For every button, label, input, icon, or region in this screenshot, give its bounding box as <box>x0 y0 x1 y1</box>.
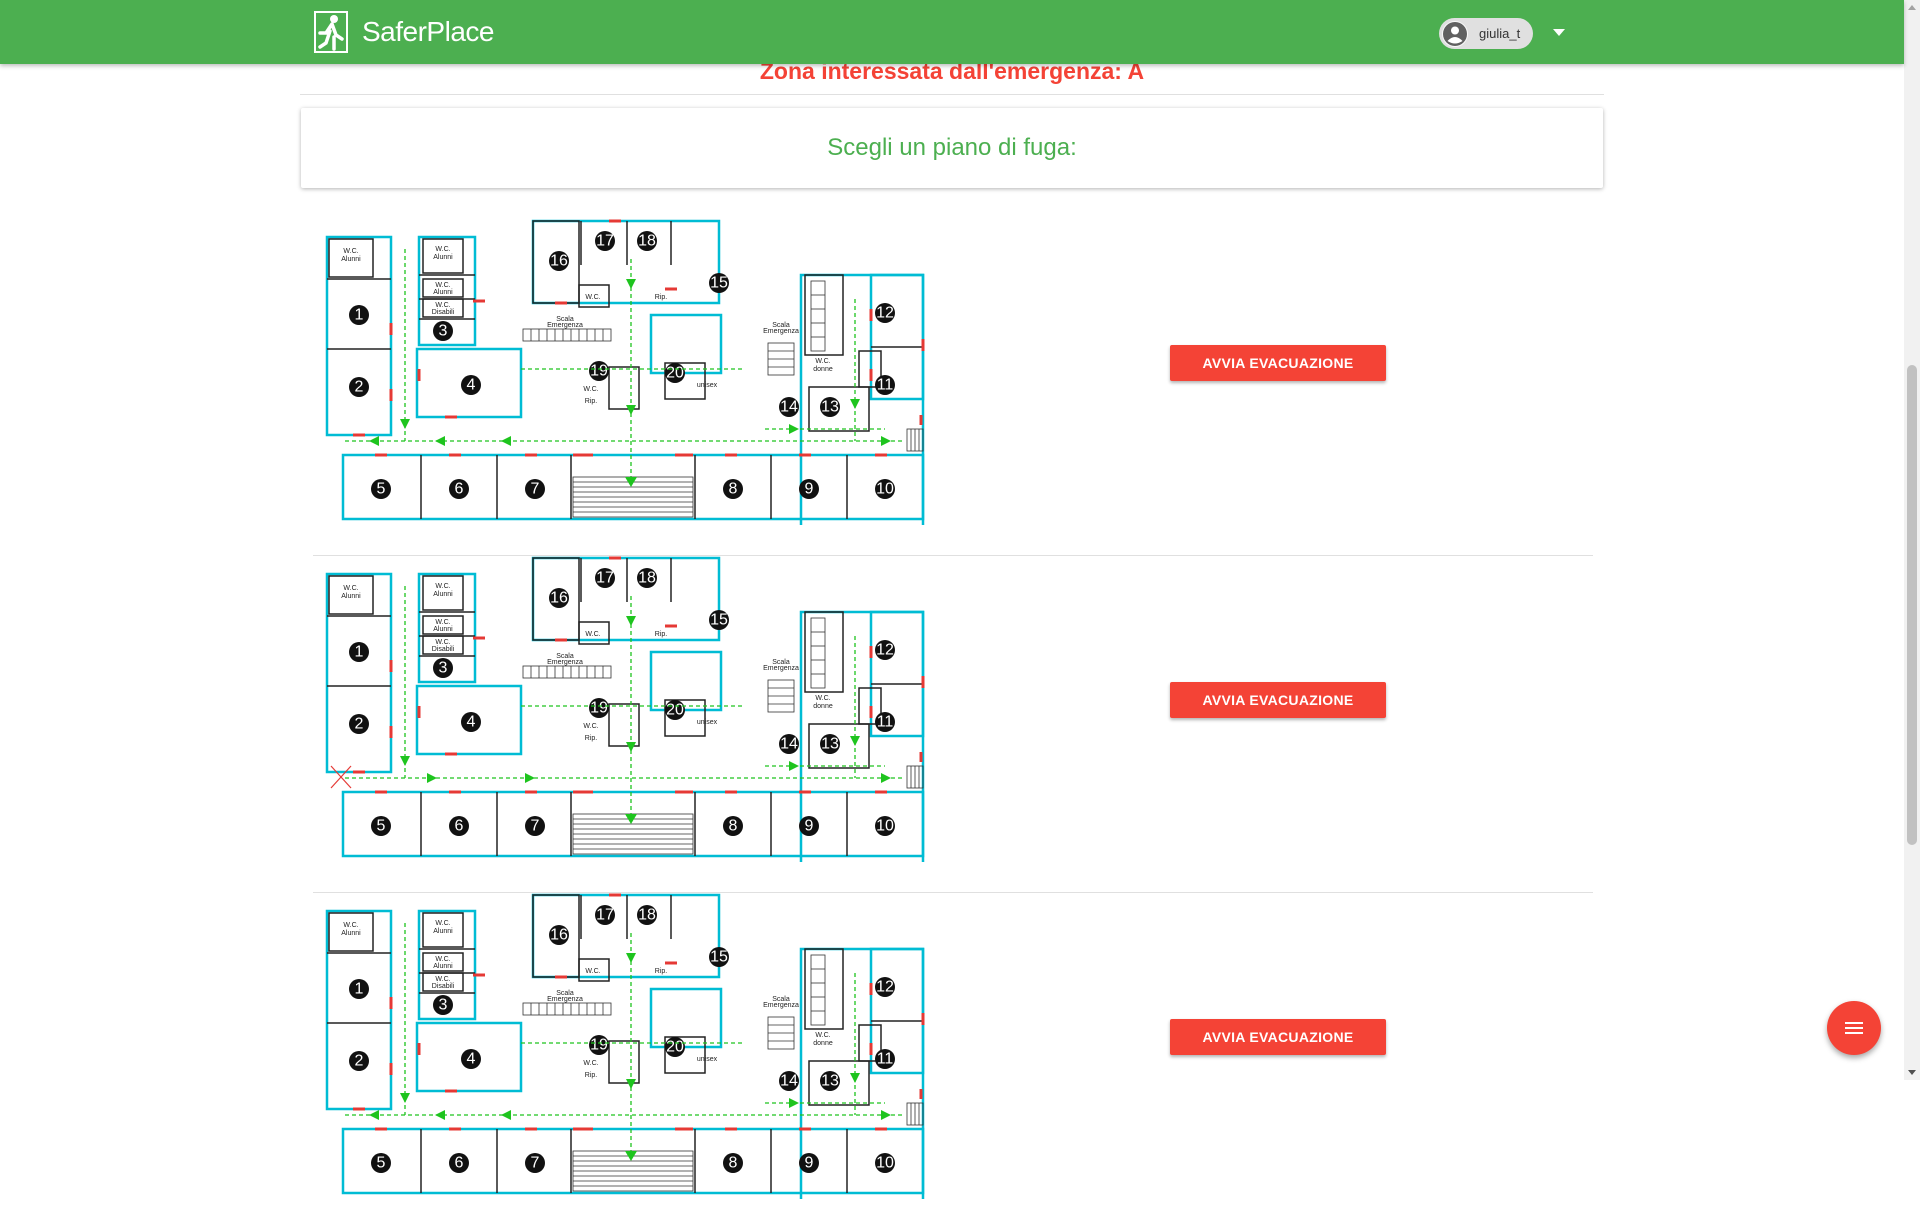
scroll-thumb[interactable] <box>1907 365 1917 845</box>
floating-menu-button[interactable] <box>1827 1001 1881 1055</box>
emergency-exit-icon[interactable] <box>314 11 348 53</box>
floor-plan-map-2 <box>325 556 925 862</box>
scroll-down-icon[interactable] <box>1908 1068 1916 1076</box>
top-app-bar: SaferPlace giulia_t <box>0 0 1904 64</box>
scroll-up-icon[interactable] <box>1908 4 1916 12</box>
user-name: giulia_t <box>1479 26 1521 41</box>
menu-icon <box>1845 1022 1863 1034</box>
escape-plan-row-3: AVVIA EVACUAZIONE <box>313 893 1593 1230</box>
page-scrollbar[interactable] <box>1904 0 1920 1080</box>
blocked-exit-mark <box>330 765 352 789</box>
user-chip[interactable]: giulia_t <box>1439 18 1533 49</box>
escape-plan-row-2: AVVIA EVACUAZIONE <box>313 556 1593 893</box>
arrow-drop-down-icon[interactable] <box>1552 27 1566 37</box>
card-title: Scegli un piano di fuga: <box>827 134 1077 161</box>
account-circle-icon <box>1442 20 1468 47</box>
floor-plan-map-3 <box>325 893 925 1199</box>
escape-plan-row-1: AVVIA EVACUAZIONE <box>313 219 1593 556</box>
floor-plan-map-1 <box>325 219 925 525</box>
start-evacuation-button-1[interactable]: AVVIA EVACUAZIONE <box>1170 345 1386 381</box>
start-evacuation-button-2[interactable]: AVVIA EVACUAZIONE <box>1170 682 1386 718</box>
app-brand[interactable]: SaferPlace <box>362 16 494 48</box>
start-evacuation-button-3[interactable]: AVVIA EVACUAZIONE <box>1170 1019 1386 1055</box>
escape-plan-card: Scegli un piano di fuga: <box>301 108 1603 188</box>
divider <box>300 94 1604 95</box>
